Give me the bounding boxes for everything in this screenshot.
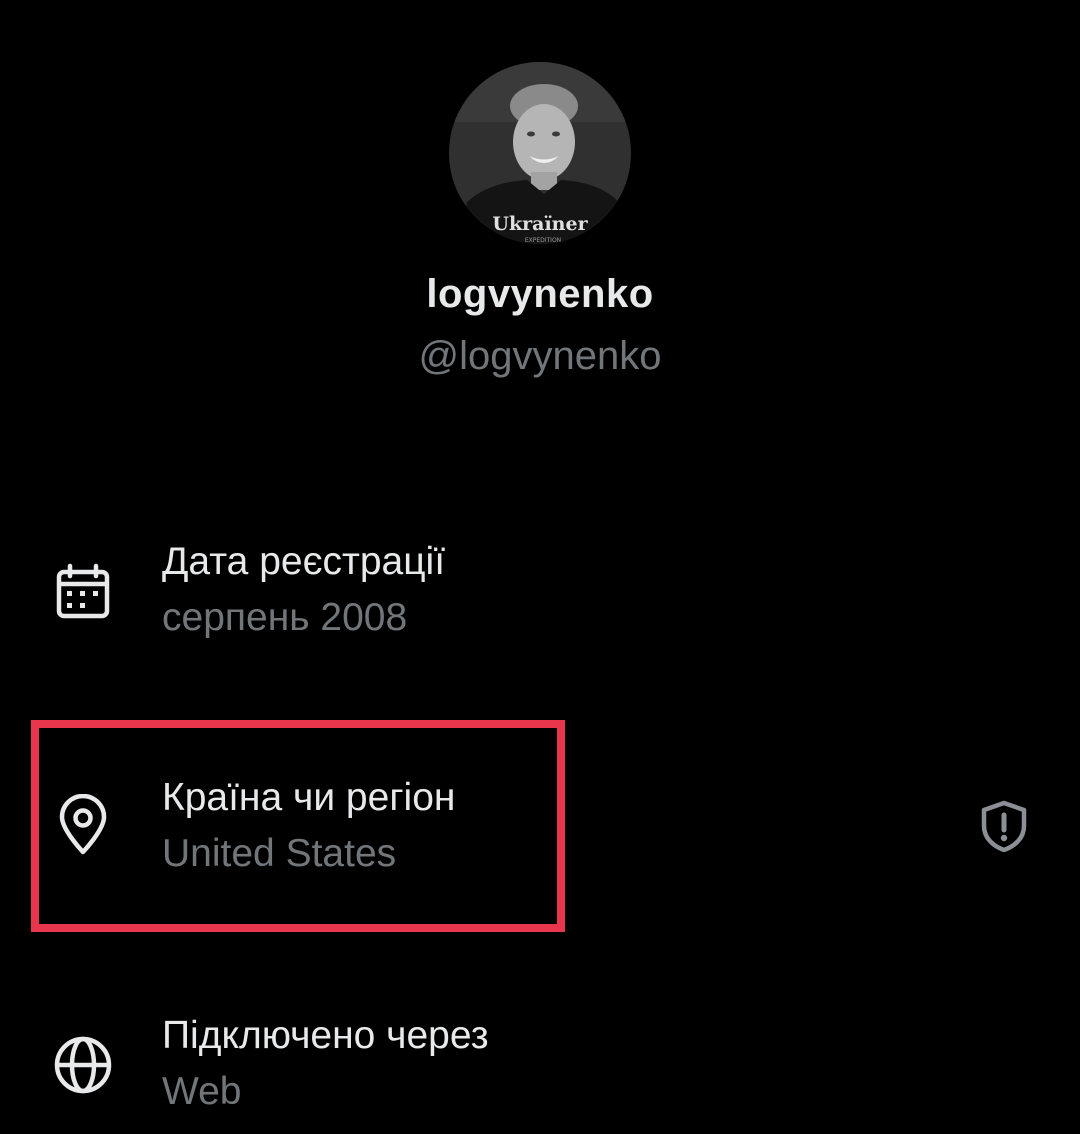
country-region-label: Країна чи регіон [162, 776, 456, 819]
avatar-shirt-text: Ukraïner [492, 213, 588, 235]
connected-via-label: Підключено через [162, 1014, 489, 1057]
location-pin-icon [59, 794, 107, 855]
country-region-row[interactable]: Країна чи регіон United States [0, 766, 1080, 896]
avatar[interactable]: Ukraïner EXPEDITION [449, 62, 631, 244]
globe-icon [54, 1036, 112, 1094]
username-handle: @logvynenko [418, 334, 662, 378]
display-name: logvynenko [426, 272, 654, 316]
country-region-value: United States [162, 832, 397, 875]
joined-date-value: серпень 2008 [162, 596, 408, 639]
connected-via-value: Web [162, 1070, 242, 1113]
connected-via-row: Підключено через Web [0, 1004, 1080, 1134]
avatar-image: Ukraïner EXPEDITION [449, 62, 631, 244]
shield-alert-icon[interactable] [978, 800, 1030, 852]
avatar-shirt-subtext: EXPEDITION [525, 237, 561, 244]
joined-date-label: Дата реєстрації [162, 540, 446, 583]
joined-date-row: Дата реєстрації серпень 2008 [0, 530, 1080, 660]
calendar-icon [56, 563, 110, 619]
